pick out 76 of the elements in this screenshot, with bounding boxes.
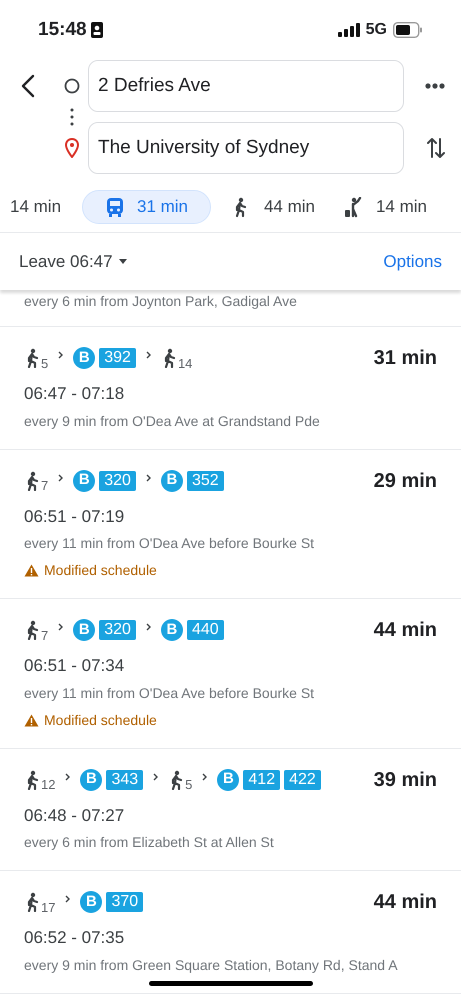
chevron-icon [58,474,64,482]
hail-icon [344,196,364,218]
travel-mode-tab[interactable]: 44 min [224,190,323,224]
route-dots-icon [70,108,74,126]
bus-mark: B [80,891,102,913]
travel-mode-tab[interactable]: 31 min [82,190,212,224]
bus-icon [104,196,125,218]
bus-mark: B [160,470,183,492]
more-icon [425,83,445,89]
route-note: every 6 min from Joynton Park, Gadigal Ave [0,290,461,327]
route-number: 352 [186,470,224,490]
origin-field[interactable]: 2 Defries Ave [88,60,404,112]
walk-minutes: 14 [178,354,192,372]
route-number: 422 [284,770,321,790]
trip-times: 06:51 - 07:19 [24,506,126,528]
status-time: 15:48 [38,18,87,42]
walk-minutes: 17 [41,898,56,916]
warning-text: Modified schedule [44,561,157,580]
trip-duration: 31 min [374,346,437,371]
route-number: 320 [99,620,136,640]
chevron-icon [146,351,151,359]
warning-icon [24,564,39,577]
destination-field[interactable]: The University of Sydney [88,122,404,174]
travel-mode-tab[interactable]: 14 min [0,190,70,224]
route-note: every 6 min from Elizabeth St at Allen St [24,833,275,852]
chevron-icon [65,772,70,780]
travel-mode-tab[interactable]: 14 min [336,190,435,224]
chevron-icon [58,351,64,359]
badge-icon [90,22,103,38]
chevron-icon [58,623,64,631]
bus-mark: B [73,347,96,369]
trip-times: 06:47 - 07:18 [24,383,126,405]
warning-icon [24,714,39,726]
route-number: 343 [106,770,144,790]
bus-mark: B [80,768,102,790]
walk-minutes: 7 [41,626,48,644]
chevron-icon [146,623,151,631]
route-number: 412 [243,770,280,790]
bus-mark: B [217,768,240,790]
trip-times: 06:52 - 07:35 [24,927,126,949]
swap-icon [427,136,445,160]
route-note: every 9 min from Green Square Station, Botany Rd, Stand A [24,956,399,975]
walk-minutes: 7 [41,477,48,495]
walk-minutes: 5 [185,776,192,794]
trip-duration: 39 min [374,768,437,792]
battery-icon [393,22,423,38]
chevron-icon [65,895,70,903]
bus-mark: B [73,470,96,492]
trip-times: 06:51 - 07:34 [24,655,126,677]
trip-times: 06:48 - 07:27 [24,804,126,826]
chevron-icon [202,772,208,780]
trip-duration: 44 min [374,890,437,915]
bus-mark: B [160,619,183,641]
walk-minutes: 12 [41,776,56,794]
route-number: 440 [186,620,224,640]
bus-mark: B [73,619,96,641]
route-number: 370 [106,892,144,912]
chevron-icon [146,474,151,482]
network-label: 5G [366,20,387,40]
chevron-icon [153,772,158,780]
warning-text: Modified schedule [44,710,157,730]
route-note: every 9 min from O'Dea Ave at Grandstand Pde [24,412,321,431]
route-number: 392 [99,348,136,368]
route-note: every 11 min from O'Dea Ave before Bourke St [24,684,316,703]
origin-icon [64,78,80,94]
caret-icon [118,259,127,264]
walk-minutes: 5 [41,354,48,372]
trip-duration: 29 min [374,468,437,494]
route-note: every 11 min from O'Dea Ave before Bourke St [24,534,316,553]
route-number: 320 [99,470,136,490]
trip-duration: 44 min [374,618,437,643]
leave-time-dropdown[interactable]: Leave 06:47 [19,248,127,274]
pin-icon [65,138,79,158]
signal-icon [338,23,360,37]
back-icon [21,74,35,98]
options-link[interactable]: Options [383,248,442,274]
